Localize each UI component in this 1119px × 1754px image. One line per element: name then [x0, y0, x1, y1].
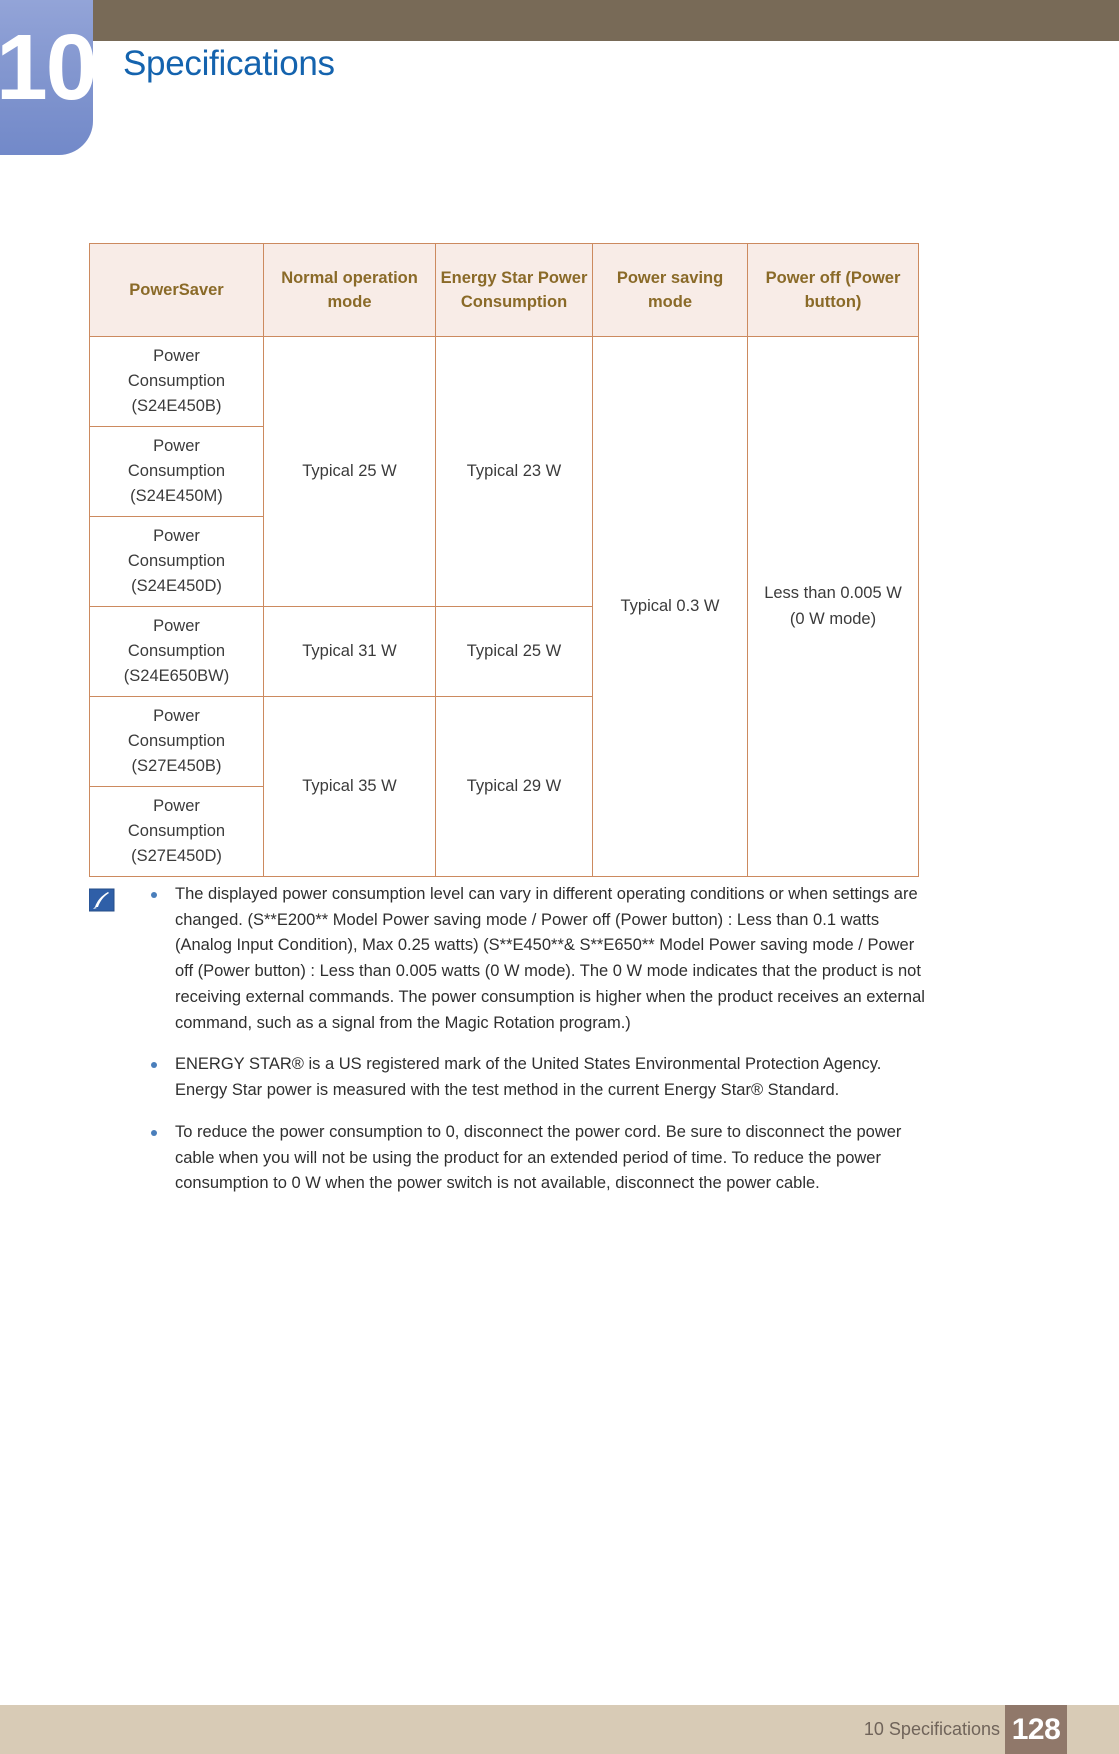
table-body: Power Consumption (S24E450B) Typical 25 …: [89, 336, 919, 877]
model-label-line: Consumption: [127, 371, 226, 390]
note-pen-icon: [88, 888, 115, 912]
page-footer: 10 Specifications 128: [0, 1705, 1119, 1754]
note-text: To reduce the power consumption to 0, di…: [175, 1122, 902, 1193]
model-label-line: (S24E450D): [131, 577, 222, 596]
column-header-normal-operation-mode: Normal operation mode: [263, 243, 436, 337]
model-label-line: (S27E450B): [131, 757, 222, 776]
table-header: PowerSaver Normal operation mode Energy …: [89, 243, 919, 337]
power-off-line: Less than 0.005 W: [764, 583, 902, 602]
power-saver-table-container: PowerSaver Normal operation mode Energy …: [89, 243, 919, 877]
notes-section: The displayed power consumption level ca…: [88, 882, 925, 1197]
power-off-value: Less than 0.005 W (0 W mode): [747, 336, 919, 877]
header-line: Normal: [281, 268, 339, 287]
table-row: Power Consumption (S24E450B) Typical 25 …: [89, 336, 919, 877]
model-label-line: Power: [153, 706, 200, 725]
bullet-icon: [151, 1062, 157, 1069]
model-label-line: Consumption: [127, 461, 226, 480]
column-header-powersaver: PowerSaver: [89, 243, 264, 337]
header-line: Power off: [765, 268, 841, 287]
model-label-cell: Power Consumption (S27E450B): [89, 696, 264, 787]
header-line: PowerSaver: [129, 280, 224, 299]
chapter-badge: 10: [0, 0, 93, 155]
model-label-line: Power: [153, 346, 200, 365]
header-line: Power: [537, 268, 588, 287]
bullet-icon: [151, 1129, 157, 1136]
normal-operation-value: Typical 31 W: [263, 606, 436, 697]
normal-operation-value: Typical 25 W: [263, 336, 436, 607]
normal-operation-value: Typical 35 W: [263, 696, 436, 877]
page-title: Specifications: [123, 44, 335, 83]
column-header-power-saving-mode: Power saving mode: [592, 243, 748, 337]
list-item: The displayed power consumption level ca…: [140, 882, 925, 1036]
power-saver-table: PowerSaver Normal operation mode Energy …: [89, 243, 919, 877]
page-header: 10 Specifications: [0, 0, 1119, 160]
header-line: operation mode: [327, 268, 418, 311]
energy-star-value: Typical 29 W: [435, 696, 593, 877]
chapter-number: 10: [0, 15, 93, 119]
energy-star-value: Typical 25 W: [435, 606, 593, 697]
model-label-line: (S27E450D): [131, 847, 222, 866]
model-label-line: Power: [153, 436, 200, 455]
header-line: mode: [647, 293, 692, 311]
model-label-line: Power: [153, 526, 200, 545]
model-label-line: Power: [153, 796, 200, 815]
header-line: Energy Star: [440, 268, 534, 287]
model-label-line: Consumption: [127, 821, 226, 840]
note-text: The displayed power consumption level ca…: [175, 885, 925, 1032]
power-saving-value: Typical 0.3 W: [592, 336, 748, 877]
header-brown-bar: [90, 0, 1119, 41]
energy-star-value: Typical 23 W: [435, 336, 593, 607]
model-label-line: (S24E450M): [130, 487, 223, 506]
model-label-line: (S24E450B): [131, 397, 222, 416]
list-item: ENERGY STAR® is a US registered mark of …: [140, 1052, 925, 1103]
note-list: The displayed power consumption level ca…: [140, 882, 925, 1197]
model-label-line: Consumption: [127, 551, 226, 570]
column-header-energy-star-power-consumption: Energy Star Power Consumption: [435, 243, 593, 337]
column-header-power-off: Power off (Power button): [747, 243, 919, 337]
model-label-line: Consumption: [127, 731, 226, 750]
model-label-cell: Power Consumption (S27E450D): [89, 786, 264, 877]
model-label-line: (S24E650BW): [123, 667, 230, 686]
model-label-cell: Power Consumption (S24E450D): [89, 516, 264, 607]
model-label-line: Power: [153, 616, 200, 635]
note-text: ENERGY STAR® is a US registered mark of …: [175, 1055, 882, 1100]
model-label-cell: Power Consumption (S24E450B): [89, 336, 264, 427]
power-off-line: (0 W mode): [789, 609, 877, 628]
model-label-line: Consumption: [127, 641, 226, 660]
model-label-cell: Power Consumption (S24E450M): [89, 426, 264, 517]
header-line: Power saving: [616, 268, 724, 287]
model-label-cell: Power Consumption (S24E650BW): [89, 606, 264, 697]
bullet-icon: [151, 892, 157, 898]
footer-page-number: 128: [1005, 1705, 1067, 1754]
header-line: Consumption: [460, 293, 568, 311]
table-header-row: PowerSaver Normal operation mode Energy …: [89, 243, 919, 337]
footer-chapter-label: 10 Specifications: [863, 1719, 1000, 1739]
list-item: To reduce the power consumption to 0, di…: [140, 1120, 925, 1197]
